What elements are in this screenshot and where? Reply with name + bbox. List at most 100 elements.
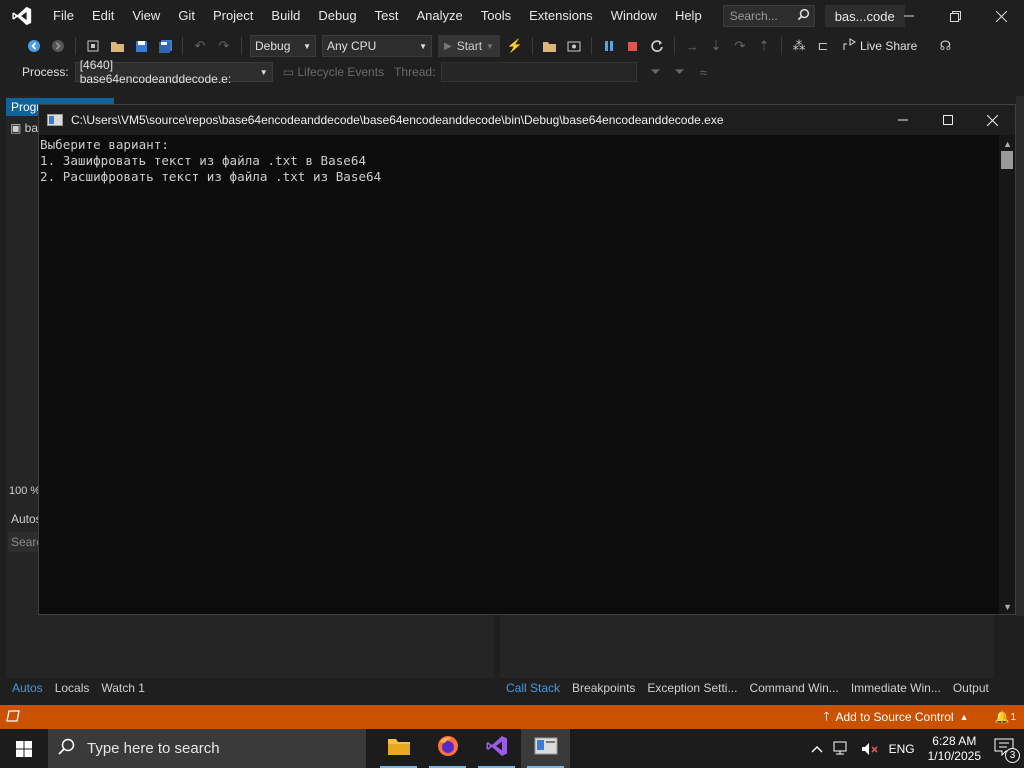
- stop-icon[interactable]: [623, 36, 643, 56]
- menu-help[interactable]: Help: [666, 0, 711, 32]
- menu-analyze[interactable]: Analyze: [407, 0, 471, 32]
- csharp-file-icon: ▣: [10, 121, 25, 135]
- notification-badge: 3: [1005, 748, 1020, 763]
- undo-icon[interactable]: ↶: [190, 36, 210, 56]
- taskbar-file-explorer[interactable]: [374, 729, 423, 768]
- save-all-icon[interactable]: [155, 36, 175, 56]
- clock[interactable]: 6:28 AM 1/10/2025: [928, 734, 981, 764]
- step-out-icon[interactable]: ⇡: [754, 36, 774, 56]
- add-to-source-control-button[interactable]: 🡑 Add to Source Control ▲: [823, 707, 968, 728]
- scroll-down-icon[interactable]: ▼: [1003, 602, 1012, 612]
- chevron-down-icon: ▼: [486, 41, 494, 51]
- network-icon[interactable]: [833, 741, 851, 756]
- thread-label: Thread:: [394, 65, 436, 79]
- lifecycle-events-button[interactable]: ▭ Lifecycle Events: [283, 65, 384, 79]
- tab-command-window[interactable]: Command Win...: [743, 678, 844, 698]
- windows-start-button[interactable]: [0, 729, 48, 768]
- menu-build[interactable]: Build: [262, 0, 309, 32]
- notifications-button[interactable]: 🔔 1: [994, 710, 1016, 724]
- restart-icon[interactable]: [647, 36, 667, 56]
- console-minimize-button[interactable]: [880, 105, 925, 135]
- taskbar-console-app[interactable]: [521, 729, 570, 768]
- menu-debug[interactable]: Debug: [309, 0, 365, 32]
- hot-reload-icon[interactable]: ⚡: [505, 36, 525, 56]
- process-label: Process:: [22, 65, 69, 79]
- open-folder-icon[interactable]: [107, 36, 127, 56]
- redo-icon[interactable]: ↷: [214, 36, 234, 56]
- start-button[interactable]: ▶ Start ▼: [438, 35, 500, 57]
- step-over-icon[interactable]: ↷: [730, 36, 750, 56]
- status-right: 🡑 Add to Source Control ▲ 🔔 1: [823, 705, 1016, 729]
- flag-threads-icon[interactable]: ≈: [693, 62, 713, 82]
- step-into-icon[interactable]: ⇣: [706, 36, 726, 56]
- show-next-statement-icon[interactable]: →: [682, 36, 702, 56]
- chevron-up-icon[interactable]: [811, 745, 823, 753]
- zoom-level[interactable]: 100 %: [9, 485, 40, 497]
- autos-search-input[interactable]: Searc: [8, 532, 38, 552]
- tab-immediate-window[interactable]: Immediate Win...: [845, 678, 947, 698]
- console-title-bar[interactable]: C:\Users\VM5\source\repos\base64encodean…: [39, 105, 1015, 135]
- volume-muted-icon[interactable]: [861, 742, 879, 756]
- threads-icon[interactable]: ⊏: [813, 36, 833, 56]
- clock-date: 1/10/2025: [927, 748, 981, 763]
- console-title: C:\Users\VM5\source\repos\base64encodean…: [71, 113, 724, 127]
- tab-watch-1[interactable]: Watch 1: [95, 678, 151, 698]
- back-icon[interactable]: [24, 36, 44, 56]
- menu-file[interactable]: File: [44, 0, 83, 32]
- action-center-button[interactable]: 3: [994, 738, 1020, 763]
- visual-studio-logo-icon[interactable]: [10, 4, 34, 28]
- feedback-icon[interactable]: ☊: [935, 36, 955, 56]
- tab-autos[interactable]: Autos: [6, 678, 49, 698]
- search-input[interactable]: Search...: [722, 5, 815, 27]
- restore-button[interactable]: [932, 0, 978, 32]
- console-close-button[interactable]: [970, 105, 1015, 135]
- taskbar-firefox[interactable]: [423, 729, 472, 768]
- console-output[interactable]: Выберите вариант: 1. Зашифровать текст и…: [39, 135, 1001, 614]
- start-label: Start: [456, 39, 483, 53]
- console-maximize-button[interactable]: [925, 105, 970, 135]
- tab-locals[interactable]: Locals: [49, 678, 96, 698]
- menu-view[interactable]: View: [123, 0, 169, 32]
- hex-display-icon[interactable]: ⁂: [789, 36, 809, 56]
- editor-scrollbar[interactable]: [1016, 96, 1024, 616]
- menu-test[interactable]: Test: [366, 0, 408, 32]
- menu-edit[interactable]: Edit: [83, 0, 123, 32]
- taskbar-visual-studio[interactable]: [472, 729, 521, 768]
- close-button[interactable]: [978, 0, 1024, 32]
- console-window[interactable]: C:\Users\VM5\source\repos\base64encodean…: [38, 104, 1016, 615]
- forward-icon[interactable]: [48, 36, 68, 56]
- console-window-controls: [880, 105, 1015, 135]
- search-icon: [58, 738, 75, 759]
- save-icon[interactable]: [131, 36, 151, 56]
- language-indicator[interactable]: ENG: [889, 742, 915, 756]
- scroll-up-icon[interactable]: ▲: [1003, 139, 1012, 149]
- menu-git[interactable]: Git: [169, 0, 204, 32]
- filter-clear-icon[interactable]: ⏷: [669, 62, 689, 82]
- process-dropdown[interactable]: [4640] base64encodeanddecode.e: ▼: [74, 58, 273, 86]
- console-scroll-thumb[interactable]: [1001, 151, 1013, 169]
- menu-project[interactable]: Project: [204, 0, 262, 32]
- tab-breakpoints[interactable]: Breakpoints: [566, 678, 641, 698]
- minimize-button[interactable]: [886, 0, 932, 32]
- menu-window[interactable]: Window: [602, 0, 666, 32]
- tab-call-stack[interactable]: Call Stack: [500, 678, 566, 698]
- menu-tools[interactable]: Tools: [472, 0, 520, 32]
- pause-icon[interactable]: [599, 36, 619, 56]
- ready-icon[interactable]: [6, 709, 20, 725]
- console-scrollbar[interactable]: ▲ ▼: [999, 135, 1015, 614]
- window-controls: [886, 0, 1024, 32]
- platform-dropdown[interactable]: Any CPU ▼: [322, 35, 432, 57]
- new-project-icon[interactable]: [83, 36, 103, 56]
- menu-extensions[interactable]: Extensions: [520, 0, 602, 32]
- live-share-button[interactable]: Live Share: [843, 38, 917, 54]
- tab-exception-settings[interactable]: Exception Setti...: [641, 678, 743, 698]
- taskbar-search-input[interactable]: Type here to search: [48, 729, 366, 768]
- live-share-label: Live Share: [859, 39, 918, 53]
- tab-output[interactable]: Output: [947, 678, 995, 698]
- browse-folder-icon[interactable]: [540, 36, 560, 56]
- thread-dropdown[interactable]: [441, 62, 638, 82]
- filter-icon[interactable]: ⏷: [645, 62, 665, 82]
- configuration-dropdown[interactable]: Debug ▼: [250, 35, 316, 57]
- screenshot-icon[interactable]: [564, 36, 584, 56]
- solution-item[interactable]: ▣ ba: [10, 121, 38, 135]
